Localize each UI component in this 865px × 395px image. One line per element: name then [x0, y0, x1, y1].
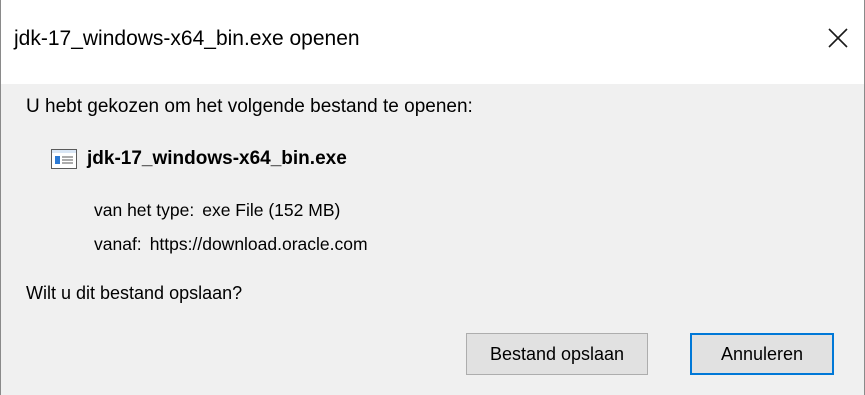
- file-type-value: exe File (152 MB): [202, 200, 341, 220]
- dialog-content: U hebt gekozen om het volgende bestand t…: [1, 84, 864, 395]
- file-source-label: vanaf:: [94, 234, 142, 254]
- file-source-value: https://download.oracle.com: [149, 234, 368, 254]
- close-button[interactable]: [812, 14, 864, 62]
- file-name: jdk-17_windows-x64_bin.exe: [87, 148, 347, 169]
- intro-text: U hebt gekozen om het volgende bestand t…: [26, 96, 473, 117]
- cancel-button[interactable]: Annuleren: [690, 333, 834, 375]
- file-type-row: van het type: exe File (152 MB): [94, 198, 340, 222]
- close-x-icon: [828, 28, 848, 48]
- file-info: jdk-17_windows-x64_bin.exe: [51, 146, 347, 172]
- executable-window-icon: [51, 149, 77, 169]
- window-title: jdk-17_windows-x64_bin.exe openen: [14, 27, 360, 50]
- file-source-row: vanaf: https://download.oracle.com: [94, 232, 368, 256]
- save-question: Wilt u dit bestand opslaan?: [26, 283, 243, 303]
- file-type-label: van het type:: [94, 200, 195, 220]
- download-dialog: jdk-17_windows-x64_bin.exe openen U hebt…: [0, 0, 865, 395]
- title-bar: jdk-17_windows-x64_bin.exe openen: [1, 0, 864, 84]
- save-file-button[interactable]: Bestand opslaan: [466, 333, 648, 375]
